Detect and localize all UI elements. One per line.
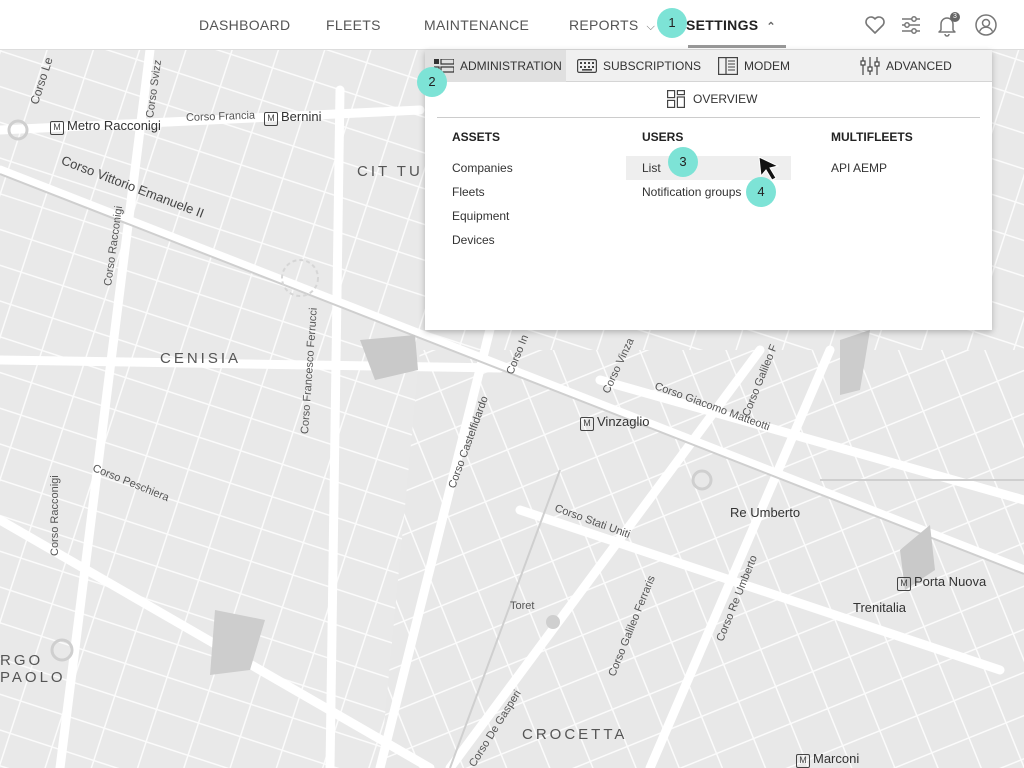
nav-reports[interactable]: REPORTS ⌵: [569, 0, 655, 50]
map-label-paolo: PAOLO: [0, 669, 66, 686]
map-label-re-umberto: Re Umberto: [730, 505, 801, 520]
nav-settings[interactable]: SETTINGS ⌃: [686, 0, 776, 50]
map-label-marconi: Marconi: [796, 751, 859, 768]
map-label-trenitalia: Trenitalia: [853, 600, 906, 615]
column-assets: ASSETS Companies Fleets Equipment Device…: [452, 130, 513, 252]
map-label-corso-racconigi-b: Corso Racconigi: [49, 475, 61, 556]
map-label-cenisia: CENISIA: [160, 350, 242, 367]
map-label-bernini: Bernini: [264, 109, 321, 126]
map-label-metro-racconigi: Metro Racconigi: [50, 118, 161, 135]
settings-mega-menu: ADMINISTRATION SUBSCRIPTIONS MODEM ADVAN…: [425, 50, 992, 330]
heart-icon[interactable]: [863, 13, 887, 37]
nav-fleets[interactable]: FLEETS: [326, 0, 381, 50]
map-label-borgo: RGO: [0, 652, 44, 669]
notification-badge: 3: [950, 12, 960, 22]
active-tab-indicator: [688, 45, 786, 48]
mouse-cursor-icon: [758, 156, 780, 181]
menu-divider: [437, 117, 980, 118]
map-label-cit-tu: CIT TU: [357, 163, 423, 180]
sliders-vertical-icon: [860, 57, 880, 75]
map-label-crocetta: CROCETTA: [522, 726, 628, 743]
settings-subtabs: ADMINISTRATION SUBSCRIPTIONS MODEM ADVAN…: [425, 50, 992, 82]
tab-modem[interactable]: MODEM: [718, 50, 790, 82]
nav-dashboard[interactable]: DASHBOARD: [199, 0, 290, 50]
overview-link[interactable]: OVERVIEW: [667, 88, 757, 110]
user-icon[interactable]: [974, 13, 998, 37]
menu-item-equipment[interactable]: Equipment: [452, 204, 513, 228]
nav-maintenance[interactable]: MAINTENANCE: [424, 0, 529, 50]
keyboard-icon: [577, 59, 597, 73]
column-multifleets: MULTIFLEETS API AEMP: [831, 130, 913, 180]
map-label-corso-francia: Corso Francia: [185, 109, 256, 124]
menu-item-api-aemp[interactable]: API AEMP: [831, 156, 913, 180]
map-label-vinzaglio: Vinzaglio: [580, 414, 650, 431]
column-heading: USERS: [642, 130, 684, 144]
menu-item-devices[interactable]: Devices: [452, 228, 513, 252]
menu-item-companies[interactable]: Companies: [452, 156, 513, 180]
step-marker-2: 2: [417, 67, 447, 97]
step-marker-1: 1: [657, 8, 687, 38]
step-marker-3: 3: [668, 147, 698, 177]
column-heading: ASSETS: [452, 130, 501, 144]
sliders-icon[interactable]: [899, 13, 923, 37]
modem-icon: [718, 57, 738, 75]
top-navigation-bar: DASHBOARD FLEETS MAINTENANCE REPORTS ⌵ SE…: [0, 0, 1024, 50]
menu-item-fleets[interactable]: Fleets: [452, 180, 513, 204]
map-label-porta-nuova: Porta Nuova: [897, 574, 986, 591]
tab-advanced[interactable]: ADVANCED: [860, 50, 952, 82]
column-heading: MULTIFLEETS: [831, 130, 913, 144]
grid-icon: [667, 90, 685, 108]
tab-subscriptions[interactable]: SUBSCRIPTIONS: [577, 50, 701, 82]
map-label-toret: Toret: [510, 600, 535, 612]
chevron-down-icon: ⌵: [646, 21, 656, 33]
